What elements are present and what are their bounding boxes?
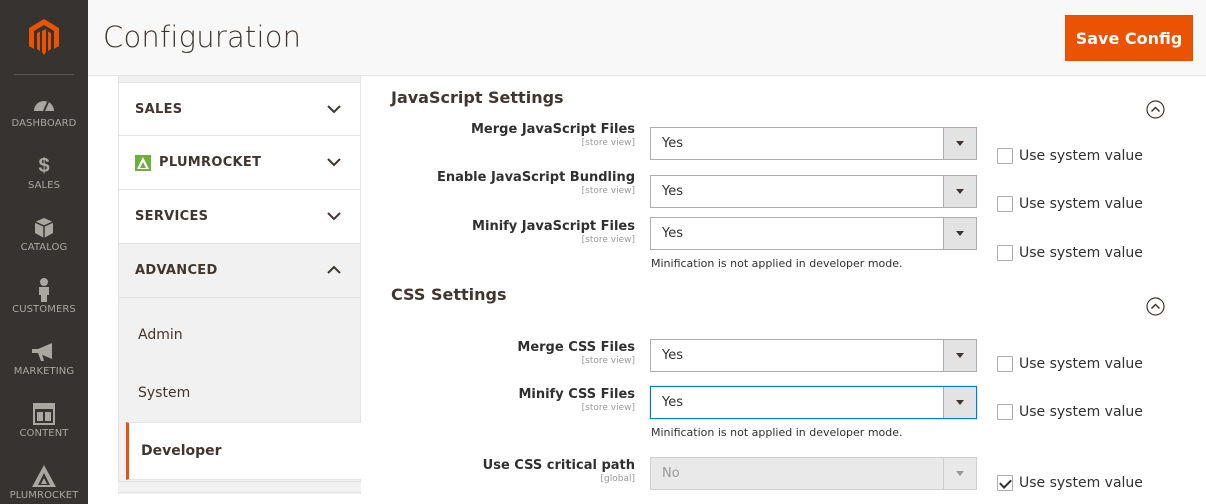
tab-sales[interactable]: SALES <box>118 82 361 136</box>
select-value: Yes <box>662 184 683 199</box>
nav-label: SALES <box>27 180 61 191</box>
nav-item-catalog[interactable]: CATALOG <box>0 204 88 266</box>
sidebar-item-developer[interactable]: Developer <box>126 422 361 480</box>
plumrocket-logo-icon <box>135 154 151 171</box>
save-config-button[interactable]: Save Config <box>1065 15 1193 61</box>
use-system-value[interactable]: Use system value <box>997 356 1143 372</box>
dashboard-icon <box>33 93 55 115</box>
dropdown-arrow-icon <box>943 340 976 371</box>
field-label: Use CSS critical path [global] <box>482 458 635 484</box>
checkbox[interactable] <box>997 404 1013 420</box>
section-title-css[interactable]: CSS Settings <box>391 285 506 304</box>
field-label: Minify JavaScript Files [store view] <box>472 219 635 245</box>
merge-js-select[interactable]: Yes <box>650 127 977 160</box>
field-label: Enable JavaScript Bundling [store view] <box>436 170 635 196</box>
dropdown-arrow-icon <box>943 218 976 249</box>
collapse-icon[interactable] <box>1146 100 1165 119</box>
sidebar-bottom <box>118 481 361 493</box>
nav-label: CONTENT <box>19 428 69 439</box>
select-value: Yes <box>662 395 683 410</box>
sidebar-item-label: Developer <box>141 443 222 459</box>
nav-item-customers[interactable]: CUSTOMERS <box>0 266 88 328</box>
tab-label: SERVICES <box>135 209 209 224</box>
dropdown-arrow-icon <box>943 176 976 207</box>
sidebar-item-label: Admin <box>138 327 183 343</box>
use-system-value[interactable]: Use system value <box>997 404 1143 420</box>
checkbox-checked[interactable] <box>997 475 1013 491</box>
magento-logo-icon[interactable] <box>0 0 88 74</box>
field-label: Merge CSS Files [store view] <box>517 340 635 366</box>
field-label: Merge JavaScript Files [store view] <box>471 122 635 148</box>
page-header: Configuration Save Config <box>88 0 1206 76</box>
dropdown-arrow-icon <box>943 458 976 489</box>
checkbox[interactable] <box>997 196 1013 212</box>
nav-item-dashboard[interactable]: DASHBOARD <box>0 80 88 142</box>
checkbox[interactable] <box>997 356 1013 372</box>
use-system-value[interactable]: Use system value <box>997 196 1143 212</box>
nav-label: CUSTOMERS <box>12 304 76 315</box>
person-icon <box>37 278 51 302</box>
page-title: Configuration <box>103 20 302 54</box>
nav-label: MARKETING <box>13 366 75 377</box>
plumrocket-icon <box>32 465 56 487</box>
nav-label: PLUMROCKET <box>9 490 79 501</box>
tab-plumrocket[interactable]: PLUMROCKET <box>118 136 361 190</box>
field-note: Minification is not applied in developer… <box>651 426 903 439</box>
field-note: Minification is not applied in developer… <box>651 257 903 270</box>
tab-label: ADVANCED <box>135 263 218 278</box>
chevron-down-icon <box>327 105 341 114</box>
sidebar-item-admin[interactable]: Admin <box>118 306 361 364</box>
use-system-value[interactable]: Use system value <box>997 148 1143 164</box>
select-value: Yes <box>662 348 683 363</box>
checkbox[interactable] <box>997 148 1013 164</box>
css-critical-path-select[interactable]: No <box>650 457 977 490</box>
nav-item-content[interactable]: CONTENT <box>0 390 88 452</box>
admin-nav: DASHBOARD $ SALES CATALOG CUSTOMERS MARK… <box>0 0 88 504</box>
chevron-down-icon <box>327 212 341 221</box>
use-system-value[interactable]: Use system value <box>997 475 1143 491</box>
box-icon <box>35 217 53 239</box>
megaphone-icon <box>32 341 56 363</box>
checkbox[interactable] <box>997 245 1013 261</box>
dollar-icon: $ <box>38 154 50 177</box>
nav-item-plumrocket[interactable]: PLUMROCKET <box>0 452 88 504</box>
tab-advanced[interactable]: ADVANCED <box>118 244 361 298</box>
tab-label: PLUMROCKET <box>159 155 262 170</box>
use-system-value[interactable]: Use system value <box>997 245 1143 261</box>
minify-css-select[interactable]: Yes <box>650 386 977 419</box>
chevron-down-icon <box>327 158 341 167</box>
nav-label: DASHBOARD <box>11 118 77 129</box>
minify-js-select[interactable]: Yes <box>650 217 977 250</box>
js-bundling-select[interactable]: Yes <box>650 175 977 208</box>
dropdown-arrow-icon <box>943 387 976 418</box>
select-value: Yes <box>662 136 683 151</box>
select-value: No <box>662 466 680 481</box>
dropdown-arrow-icon <box>943 128 976 159</box>
collapse-icon[interactable] <box>1146 297 1165 316</box>
layout-icon <box>33 403 55 425</box>
nav-item-marketing[interactable]: MARKETING <box>0 328 88 390</box>
select-value: Yes <box>662 226 683 241</box>
sidebar-item-label: System <box>138 385 191 401</box>
field-label: Minify CSS Files [store view] <box>518 387 635 413</box>
nav-label: CATALOG <box>20 242 68 253</box>
nav-item-sales[interactable]: $ SALES <box>0 142 88 204</box>
logo-divider <box>14 74 74 75</box>
tab-services[interactable]: SERVICES <box>118 190 361 244</box>
sidebar-item-system[interactable]: System <box>118 364 361 422</box>
chevron-up-icon <box>327 265 341 274</box>
tab-label: SALES <box>135 101 183 117</box>
section-title-js[interactable]: JavaScript Settings <box>391 88 564 107</box>
merge-css-select[interactable]: Yes <box>650 339 977 372</box>
